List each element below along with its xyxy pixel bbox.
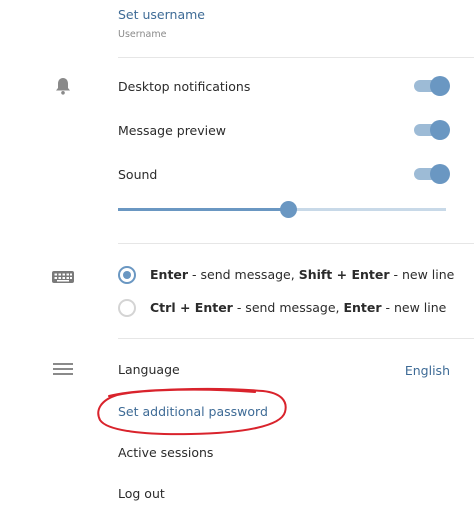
volume-slider[interactable] bbox=[118, 200, 446, 220]
menu-icon bbox=[53, 361, 73, 375]
option-text: - new line bbox=[389, 267, 455, 282]
language-label[interactable]: Language bbox=[118, 362, 180, 377]
language-value[interactable]: English bbox=[405, 363, 450, 378]
divider bbox=[118, 338, 474, 339]
desktop-notifications-label: Desktop notifications bbox=[118, 79, 251, 94]
divider bbox=[118, 57, 474, 58]
slider-thumb[interactable] bbox=[280, 201, 297, 218]
option-text: - send message, bbox=[232, 300, 344, 315]
send-option-enter-label[interactable]: Enter - send message, Shift + Enter - ne… bbox=[150, 267, 454, 282]
message-preview-toggle[interactable] bbox=[414, 120, 450, 140]
key-text: Ctrl + Enter bbox=[150, 300, 233, 315]
option-text: - send message, bbox=[188, 267, 299, 282]
toggle-knob bbox=[430, 76, 450, 96]
slider-fill bbox=[118, 208, 289, 211]
key-text: Enter bbox=[150, 267, 189, 282]
send-option-enter-radio[interactable] bbox=[118, 266, 136, 284]
toggle-knob bbox=[430, 164, 450, 184]
keyboard-icon bbox=[51, 269, 75, 285]
bell-icon bbox=[53, 76, 73, 96]
set-username-link[interactable]: Set username bbox=[118, 7, 205, 22]
send-option-ctrl-enter-label[interactable]: Ctrl + Enter - send message, Enter - new… bbox=[150, 300, 446, 315]
active-sessions-link[interactable]: Active sessions bbox=[118, 445, 213, 460]
key-text: Enter bbox=[343, 300, 382, 315]
option-text: - new line bbox=[381, 300, 447, 315]
red-annotation-circle bbox=[97, 387, 287, 436]
sound-toggle[interactable] bbox=[414, 164, 450, 184]
send-option-ctrl-enter-radio[interactable] bbox=[118, 299, 136, 317]
log-out-link[interactable]: Log out bbox=[118, 486, 165, 501]
toggle-knob bbox=[430, 120, 450, 140]
sound-label: Sound bbox=[118, 167, 158, 182]
message-preview-label: Message preview bbox=[118, 123, 227, 138]
desktop-notifications-toggle[interactable] bbox=[414, 76, 450, 96]
divider bbox=[118, 243, 474, 244]
key-text: Shift + Enter bbox=[298, 267, 390, 282]
username-hint: Username bbox=[118, 29, 167, 40]
